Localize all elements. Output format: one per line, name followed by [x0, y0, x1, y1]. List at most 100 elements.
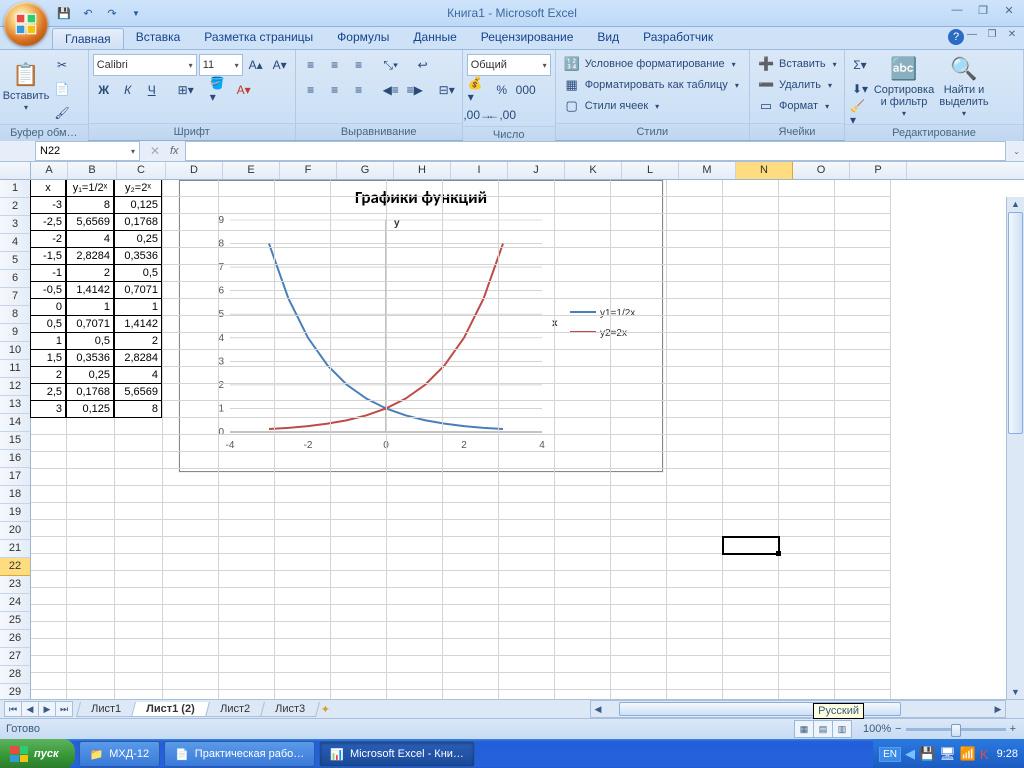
data-cell[interactable]: -2,5 [30, 213, 66, 231]
cell[interactable] [555, 452, 611, 469]
cell[interactable] [779, 333, 835, 350]
cell[interactable] [499, 690, 555, 699]
cell[interactable] [163, 486, 219, 503]
cell[interactable] [163, 384, 219, 401]
cell[interactable] [779, 656, 835, 673]
cell[interactable] [499, 231, 555, 248]
cell[interactable] [835, 622, 891, 639]
cell[interactable] [31, 656, 67, 673]
cell[interactable] [387, 537, 443, 554]
cell[interactable] [115, 469, 163, 486]
cell[interactable] [219, 554, 275, 571]
cell[interactable] [67, 673, 115, 690]
sheet-tab[interactable]: Лист1 [76, 702, 136, 717]
fill-icon[interactable]: ⬇▾ [849, 78, 871, 100]
cell[interactable] [835, 690, 891, 699]
cell[interactable] [443, 333, 499, 350]
data-cell[interactable]: 4 [114, 366, 162, 384]
cell[interactable] [219, 605, 275, 622]
row-header[interactable]: 15 [0, 432, 30, 450]
cell[interactable] [331, 299, 387, 316]
cell[interactable] [387, 333, 443, 350]
cell[interactable] [275, 367, 331, 384]
cell[interactable] [219, 537, 275, 554]
cell[interactable] [331, 656, 387, 673]
data-cell[interactable]: -3 [30, 196, 66, 214]
cell[interactable] [219, 622, 275, 639]
cell[interactable] [835, 333, 891, 350]
cell[interactable] [611, 248, 667, 265]
cell[interactable] [115, 571, 163, 588]
cell[interactable] [163, 367, 219, 384]
cell[interactable] [163, 571, 219, 588]
cell[interactable] [499, 180, 555, 197]
cell[interactable] [667, 384, 723, 401]
cell[interactable] [275, 384, 331, 401]
column-header[interactable]: L [622, 162, 679, 179]
cell[interactable] [115, 656, 163, 673]
cell[interactable] [443, 486, 499, 503]
cell[interactable] [387, 214, 443, 231]
scroll-left-icon[interactable]: ◀ [591, 704, 605, 715]
cell[interactable] [835, 656, 891, 673]
cell[interactable] [667, 452, 723, 469]
fill-color-button[interactable]: 🪣▾ [209, 79, 231, 101]
cell[interactable] [611, 265, 667, 282]
cell[interactable] [835, 248, 891, 265]
cell[interactable] [163, 231, 219, 248]
cell[interactable] [219, 571, 275, 588]
tab-last-icon[interactable]: ⏭ [55, 701, 73, 717]
cell[interactable] [115, 622, 163, 639]
row-header[interactable]: 3 [0, 216, 30, 234]
cell[interactable] [387, 452, 443, 469]
cell[interactable] [275, 350, 331, 367]
cell[interactable] [555, 197, 611, 214]
cell[interactable] [31, 554, 67, 571]
cell[interactable] [219, 452, 275, 469]
cell[interactable] [611, 282, 667, 299]
cell[interactable] [331, 214, 387, 231]
currency-icon[interactable]: 💰▾ [467, 79, 489, 101]
cell[interactable] [443, 503, 499, 520]
cell[interactable] [443, 418, 499, 435]
cell[interactable] [667, 537, 723, 554]
cell[interactable] [275, 588, 331, 605]
formula-input[interactable] [185, 141, 1006, 161]
cell[interactable] [219, 435, 275, 452]
cell[interactable] [667, 656, 723, 673]
cell[interactable] [667, 401, 723, 418]
cell[interactable] [835, 401, 891, 418]
cell[interactable] [275, 435, 331, 452]
cell[interactable] [667, 350, 723, 367]
data-cell[interactable]: 0,125 [66, 400, 114, 418]
cell[interactable] [779, 690, 835, 699]
decrease-indent-icon[interactable]: ◀≡ [380, 79, 402, 101]
cell[interactable] [387, 486, 443, 503]
column-header[interactable]: O [793, 162, 850, 179]
cell[interactable] [31, 486, 67, 503]
cell[interactable] [163, 690, 219, 699]
cell[interactable] [555, 622, 611, 639]
cell[interactable] [331, 588, 387, 605]
cell[interactable] [723, 656, 779, 673]
paste-button[interactable]: 📋 Вставить▾ [4, 54, 48, 120]
cell[interactable] [387, 180, 443, 197]
cell[interactable] [835, 486, 891, 503]
cell[interactable] [611, 673, 667, 690]
cell[interactable] [779, 282, 835, 299]
cell[interactable] [555, 554, 611, 571]
cell[interactable] [779, 588, 835, 605]
cell[interactable] [115, 639, 163, 656]
cell[interactable] [499, 299, 555, 316]
row-header[interactable]: 8 [0, 306, 30, 324]
data-cell[interactable]: 0,7071 [114, 281, 162, 299]
cell[interactable] [275, 622, 331, 639]
font-size-combo[interactable]: 11▾ [199, 54, 243, 76]
cell[interactable] [499, 435, 555, 452]
merge-center-icon[interactable]: ⊟▾ [436, 79, 458, 101]
taskbar-item[interactable]: 📄Практическая рабо… [164, 741, 315, 767]
cell[interactable] [779, 469, 835, 486]
cell[interactable] [387, 554, 443, 571]
cell[interactable] [275, 673, 331, 690]
cell[interactable] [723, 452, 779, 469]
